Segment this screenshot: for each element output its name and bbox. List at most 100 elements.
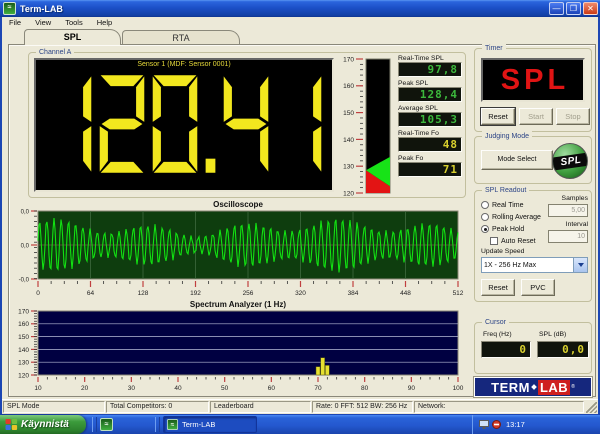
timer-stop-button[interactable]: Stop	[556, 108, 590, 125]
task-button-label: Term-LAB	[182, 420, 215, 429]
spectrum-title: Spectrum Analyzer (1 Hz)	[12, 300, 464, 309]
termlab-logo: TERM LAB ®	[474, 377, 592, 397]
spl-logo-icon: SPL	[552, 143, 588, 179]
tab-rta[interactable]: RTA	[122, 30, 240, 45]
lcd-value: 71	[398, 162, 462, 177]
sensor-header: Sensor 1 (MDF: Sensor 0001)	[36, 61, 332, 68]
logo-lab-text: LAB	[538, 380, 570, 395]
quick-launch-termlab-icon[interactable]: ≈	[100, 418, 113, 431]
registered-mark: ®	[571, 384, 575, 390]
update-speed-select[interactable]: 1X - 256 Hz Max	[481, 257, 588, 273]
close-icon[interactable]: ✕	[583, 2, 598, 15]
svg-text:40: 40	[174, 385, 182, 392]
svg-text:170: 170	[343, 56, 354, 63]
seven-segment-display: Sensor 1 (MDF: Sensor 0001)	[34, 58, 334, 192]
pvc-button[interactable]: PVC	[521, 279, 555, 296]
status-tray-icon[interactable]	[492, 420, 501, 429]
svg-text:128: 128	[138, 290, 149, 297]
resize-grip[interactable]	[586, 402, 597, 413]
task-button-termlab[interactable]: ≈ Term-LAB	[163, 416, 257, 433]
svg-text:140: 140	[343, 137, 354, 144]
radio-real-time[interactable]: Real Time	[481, 200, 524, 210]
timer-start-button[interactable]: Start	[519, 108, 553, 125]
window-title: Term-LAB	[20, 4, 63, 14]
menu-item-help[interactable]: Help	[90, 17, 119, 29]
svg-text:70: 70	[314, 385, 322, 392]
svg-text:100: 100	[453, 385, 464, 392]
readout-label: Peak SPL	[398, 80, 462, 87]
chevron-down-icon[interactable]	[573, 258, 587, 272]
svg-text:170: 170	[18, 309, 29, 315]
samples-label: Samples	[546, 195, 588, 202]
cursor-label: Cursor	[482, 317, 509, 328]
readout-real-time-spl: Real-Time SPL 97,8	[398, 55, 462, 77]
checkbox-auto-reset[interactable]: Auto Reset	[490, 236, 536, 246]
samples-input[interactable]	[548, 204, 588, 217]
tray-clock: 13:17	[506, 420, 525, 429]
radio-icon	[481, 213, 489, 221]
timer-reset-button[interactable]: Reset	[481, 108, 515, 125]
status-cell-network: Network:	[414, 401, 584, 413]
svg-text:-0,0: -0,0	[19, 277, 30, 283]
windows-flag-icon	[5, 418, 18, 431]
svg-text:0,0: 0,0	[21, 243, 30, 249]
readout-peak-fo: Peak Fo 71	[398, 155, 462, 177]
interval-input[interactable]	[548, 230, 588, 243]
checkbox-icon	[490, 237, 498, 245]
start-button[interactable]: Käynnistä	[0, 415, 86, 434]
svg-text:90: 90	[408, 385, 416, 392]
radio-icon	[481, 201, 489, 209]
timer-label: Timer	[482, 43, 506, 54]
readout-average-spl: Average SPL 105,3	[398, 105, 462, 127]
readout-column: Real-Time SPL 97,8 Peak SPL 128,4 Averag…	[398, 55, 462, 180]
radio-peak-hold[interactable]: Peak Hold	[481, 224, 524, 234]
lcd-value: 97,8	[398, 62, 462, 77]
spl-readout-label: SPL Readout	[482, 185, 529, 196]
svg-text:192: 192	[190, 290, 201, 297]
minimize-icon[interactable]: —	[549, 2, 564, 15]
menu-item-tools[interactable]: Tools	[58, 17, 90, 29]
termlab-task-icon: ≈	[167, 419, 178, 430]
cursor-freq-label: Freq (Hz)	[483, 331, 512, 338]
readout-label: Peak Fo	[398, 155, 462, 162]
cursor-spl-value: 0,0	[537, 341, 589, 358]
taskbar-handle[interactable]	[155, 417, 160, 432]
update-speed-label: Update Speed	[481, 248, 524, 255]
menu-item-file[interactable]: File	[2, 17, 28, 29]
spectrum-plot[interactable]: 120130140150160170102030405060708090100	[12, 309, 468, 393]
svg-text:448: 448	[400, 290, 411, 297]
readout-label: Real-Time SPL	[398, 55, 462, 62]
maximize-icon[interactable]: ❐	[566, 2, 581, 15]
taskbar: Käynnistä ≈ ≈ Term-LAB 13:17	[0, 415, 600, 434]
svg-text:160: 160	[343, 83, 354, 90]
svg-text:64: 64	[87, 290, 95, 297]
svg-text:150: 150	[343, 110, 354, 117]
display-tray-icon[interactable]	[479, 420, 489, 429]
update-speed-value: 1X - 256 Hz Max	[482, 262, 573, 269]
radio-rolling-average[interactable]: Rolling Average	[481, 212, 541, 222]
menu-item-view[interactable]: View	[28, 17, 58, 29]
svg-text:140: 140	[18, 347, 29, 354]
radio-label: Peak Hold	[492, 226, 524, 233]
svg-text:150: 150	[18, 334, 29, 341]
svg-text:320: 320	[295, 290, 306, 297]
svg-text:30: 30	[128, 385, 136, 392]
taskbar-handle[interactable]	[92, 417, 97, 432]
timer-display-text: SPL	[501, 64, 569, 97]
mode-select-button[interactable]: Mode Select	[481, 150, 553, 170]
svg-text:60: 60	[268, 385, 276, 392]
status-cell-competitors: Total Competitors: 0	[106, 401, 209, 413]
logo-term-text: TERM	[491, 380, 530, 395]
diamond-icon	[531, 384, 537, 390]
svg-text:160: 160	[18, 321, 29, 328]
readout-reset-button[interactable]: Reset	[481, 279, 515, 296]
svg-text:120: 120	[343, 190, 354, 196]
channel-a-label: Channel A	[36, 47, 74, 58]
system-tray: 13:17	[472, 415, 600, 434]
svg-text:0,0: 0,0	[21, 209, 30, 215]
svg-text:130: 130	[343, 164, 354, 171]
tab-spl[interactable]: SPL	[24, 29, 121, 45]
oscilloscope-plot[interactable]: 0641281922563203844485120,00,0-0,0	[12, 209, 468, 299]
svg-text:0: 0	[36, 290, 40, 297]
cursor-spl-label: SPL (dB)	[539, 331, 566, 338]
